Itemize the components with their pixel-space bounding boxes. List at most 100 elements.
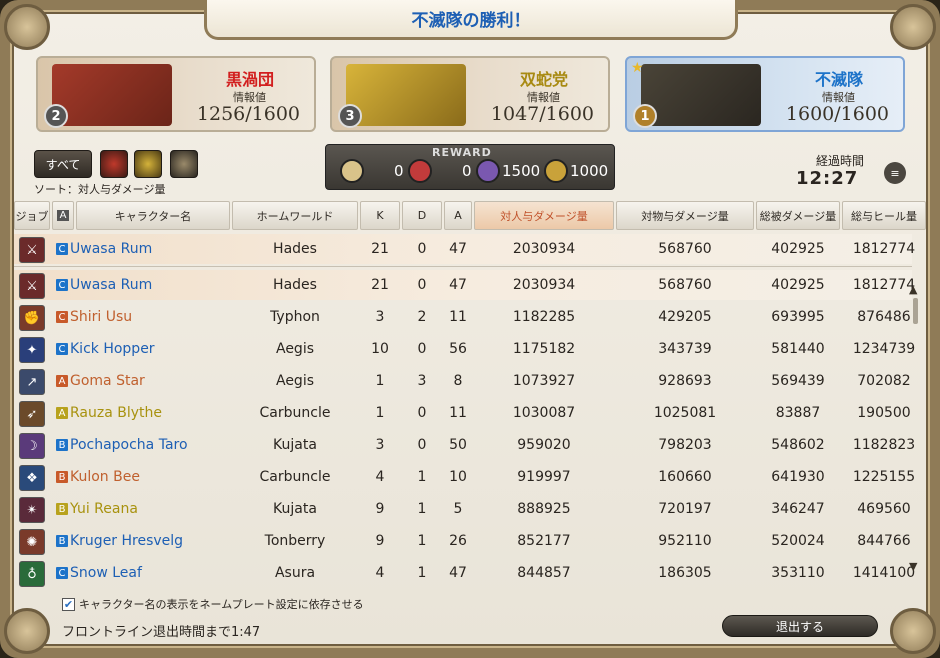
dragoon-job-icon: ↗: [19, 369, 45, 395]
alliance-badge: B: [56, 471, 68, 483]
kills-cell: 21: [371, 277, 389, 293]
checkbox-check-icon[interactable]: ✔: [62, 597, 75, 611]
wolf-mark-icon: [544, 159, 568, 183]
deaths-cell: 1: [417, 565, 427, 581]
column-header-name[interactable]: キャラクター名: [76, 201, 230, 230]
player-name-cell: A Rauza Blythe: [56, 398, 162, 428]
alliance-badge: B: [56, 503, 68, 515]
elapsed-value: 12:27: [796, 168, 859, 189]
kills-cell: 4: [375, 469, 385, 485]
filter-immortal-flames-icon[interactable]: [170, 150, 198, 178]
player-name: Kruger Hresvelg: [70, 533, 184, 549]
damage-taken-cell: 581440: [771, 341, 825, 357]
table-row[interactable]: ↗ A Goma Star Aegis 1 3 8 1073927 928693…: [14, 366, 912, 396]
column-header-damage-taken[interactable]: 総被ダメージ量: [756, 201, 840, 230]
table-row[interactable]: ☽ B Pochapocha Taro Kujata 3 0 50 959020…: [14, 430, 915, 460]
kills-cell: 1: [375, 373, 385, 389]
damage-taken-cell: 548602: [771, 437, 825, 453]
column-header-deaths[interactable]: D: [402, 201, 442, 230]
object-damage-cell: 720197: [658, 501, 712, 517]
table-row[interactable]: ➶ A Rauza Blythe Carbuncle 1 0 11 103008…: [14, 398, 912, 428]
object-damage-cell: 186305: [658, 565, 712, 581]
filter-maelstrom-icon[interactable]: [100, 150, 128, 178]
scroll-down-icon[interactable]: ▼: [909, 560, 917, 573]
pvp-damage-cell: 1073927: [512, 373, 576, 389]
pvp-damage-cell: 852177: [517, 533, 571, 549]
scholar-job-icon: ❖: [19, 465, 45, 491]
assists-cell: 50: [449, 437, 467, 453]
damage-taken-cell: 402925: [771, 241, 825, 257]
alliance-badge: C: [56, 279, 68, 291]
self-row[interactable]: ⚔ C Uwasa Rum Hades 21 0 47 2030934 5687…: [14, 234, 915, 264]
player-name: Snow Leaf: [70, 565, 142, 581]
player-name-cell: C Snow Leaf: [56, 558, 142, 588]
table-row[interactable]: ✺ B Kruger Hresvelg Tonberry 9 1 26 8521…: [14, 526, 912, 556]
pvp-exp-medal-icon: [340, 159, 364, 183]
exit-button[interactable]: 退出する: [722, 615, 878, 637]
table-row[interactable]: ♁ C Snow Leaf Asura 4 1 47 844857 186305…: [14, 558, 915, 588]
player-name: Uwasa Rum: [70, 241, 153, 257]
scroll-up-icon[interactable]: ▲: [909, 283, 917, 296]
table-row[interactable]: ✊ C Shiri Usu Typhon 3 2 11 1182285 4292…: [14, 302, 912, 332]
deaths-cell: 2: [417, 309, 427, 325]
filter-twin-adder-icon[interactable]: [134, 150, 162, 178]
table-row[interactable]: ❖ B Kulon Bee Carbuncle 4 1 10 919997 16…: [14, 462, 915, 492]
table-row[interactable]: ✴ B Yui Reana Kujata 9 1 5 888925 720197…: [14, 494, 912, 524]
team-score: 1600/1600: [785, 103, 889, 125]
team-name: 双蛇党: [519, 70, 568, 89]
player-name: Pochapocha Taro: [70, 437, 188, 453]
alliance-badge: A: [56, 407, 68, 419]
world-cell: Carbuncle: [259, 405, 331, 421]
healing-cell: 469560: [857, 501, 911, 517]
kills-cell: 21: [371, 241, 389, 257]
reward-value: 0: [394, 162, 404, 180]
assists-cell: 56: [449, 341, 467, 357]
column-header-world[interactable]: ホームワールド: [232, 201, 358, 230]
summoner-job-icon: ☽: [19, 433, 45, 459]
object-damage-cell: 928693: [658, 373, 712, 389]
player-name: Kulon Bee: [70, 469, 140, 485]
world-cell: Aegis: [275, 373, 314, 389]
damage-taken-cell: 641930: [771, 469, 825, 485]
column-header-alliance[interactable]: A: [52, 201, 74, 230]
column-header-kills[interactable]: K: [360, 201, 400, 230]
column-header-healing[interactable]: 総与ヒール量: [842, 201, 926, 230]
column-header-assists[interactable]: A: [444, 201, 472, 230]
object-damage-cell: 952110: [658, 533, 712, 549]
player-name: Uwasa Rum: [70, 277, 153, 293]
ninja-job-icon: ✴: [19, 497, 45, 523]
table-row[interactable]: ⚔ C Uwasa Rum Hades 21 0 47 2030934 5687…: [14, 270, 915, 300]
nameplate-setting-checkbox[interactable]: ✔ キャラクター名の表示をネームプレート設定に依存させる: [62, 596, 364, 612]
reward-item: 0: [340, 159, 404, 183]
deaths-cell: 3: [417, 373, 427, 389]
exit-countdown: フロントライン退出時間まで1:47: [62, 625, 261, 640]
player-name-cell: B Pochapocha Taro: [56, 430, 188, 460]
damage-taken-cell: 569439: [771, 373, 825, 389]
team-card-immortal-flames: 1 ★ 不滅隊 情報値 1600/1600: [625, 56, 905, 132]
reward-item: 1000: [544, 159, 608, 183]
column-header-job[interactable]: ジョブ: [14, 201, 50, 230]
reward-item: 0: [408, 159, 472, 183]
table-row[interactable]: ✦ C Kick Hopper Aegis 10 0 56 1175182 34…: [14, 334, 915, 364]
assists-cell: 26: [449, 533, 467, 549]
player-name-cell: B Yui Reana: [56, 494, 138, 524]
alliance-badge: C: [56, 311, 68, 323]
assists-cell: 11: [449, 309, 467, 325]
white-mage-job-icon: ✦: [19, 337, 45, 363]
scrollbar[interactable]: [913, 298, 918, 324]
damage-taken-cell: 402925: [771, 277, 825, 293]
table-header: ジョブ A キャラクター名 ホームワールド K D A 対人与ダメージ量 対物与…: [14, 201, 926, 230]
filter-all-button[interactable]: すべて: [34, 150, 92, 178]
column-header-pvp-damage[interactable]: 対人与ダメージ量: [474, 201, 614, 230]
log-icon[interactable]: ≡: [884, 162, 906, 184]
reward-value: 1000: [570, 162, 609, 180]
rank-badge: 1: [633, 104, 657, 128]
kills-cell: 1: [375, 405, 385, 421]
player-name: Goma Star: [70, 373, 145, 389]
bard-job-icon: ➶: [19, 401, 45, 427]
column-header-object-damage[interactable]: 対物与ダメージ量: [616, 201, 754, 230]
world-cell: Carbuncle: [259, 469, 331, 485]
checkbox-label: キャラクター名の表示をネームプレート設定に依存させる: [79, 598, 364, 611]
assists-cell: 11: [449, 405, 467, 421]
pvp-damage-cell: 1030087: [512, 405, 576, 421]
